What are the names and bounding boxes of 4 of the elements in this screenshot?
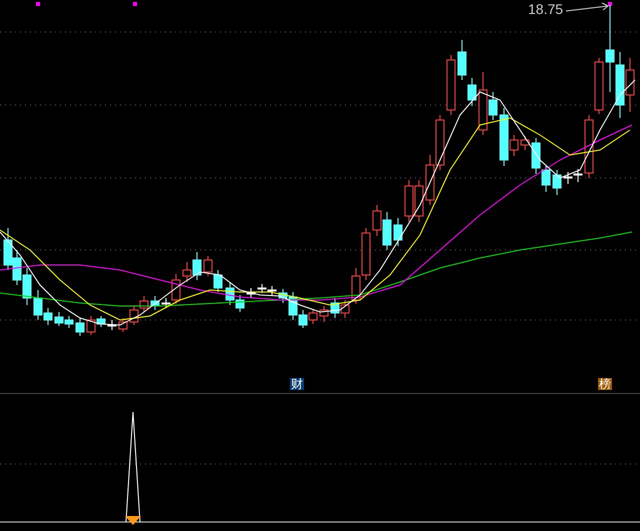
marker-badge: 财 xyxy=(290,378,304,390)
marker-badge: 榜 xyxy=(598,378,612,390)
pointer-arrow xyxy=(566,2,609,12)
high-price-label: 18.75 xyxy=(528,2,564,16)
